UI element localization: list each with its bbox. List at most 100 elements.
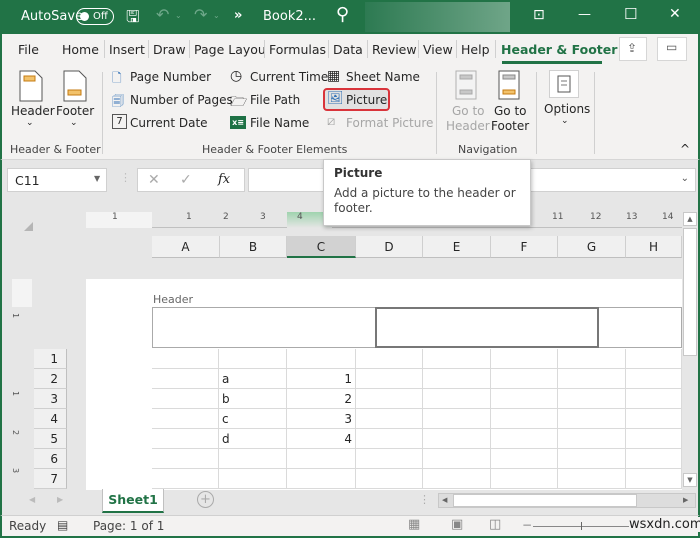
redo-icon[interactable]: ↷ <box>194 5 207 24</box>
column-header-d[interactable]: D <box>356 236 423 258</box>
cell[interactable] <box>626 389 682 409</box>
document-title[interactable]: Book2... <box>263 9 316 24</box>
page-break-view-icon[interactable]: ◫ <box>489 517 501 532</box>
scroll-left-icon[interactable]: ◀ <box>442 496 447 504</box>
page-layout-view-icon[interactable]: ▣ <box>451 517 463 532</box>
row-header[interactable]: 7 <box>34 469 67 489</box>
cell[interactable] <box>356 449 423 469</box>
cell[interactable] <box>423 349 491 369</box>
drag-handle-icon[interactable]: ⋮ <box>120 171 131 184</box>
cell[interactable] <box>491 349 558 369</box>
cell[interactable] <box>287 449 356 469</box>
column-header-c[interactable]: C <box>287 236 356 258</box>
cell[interactable]: c <box>219 409 287 429</box>
zoom-out-icon[interactable]: − <box>522 518 532 532</box>
column-header-g[interactable]: G <box>558 236 626 258</box>
header-button[interactable]: Header ⌄ <box>11 70 55 130</box>
cell[interactable] <box>423 389 491 409</box>
minimize-icon[interactable]: — <box>578 7 591 22</box>
close-icon[interactable]: ✕ <box>669 6 681 22</box>
file-path-button[interactable]: 🗁 File Path <box>230 92 320 110</box>
cell[interactable] <box>558 349 626 369</box>
expand-formula-bar-icon[interactable]: ⌄ <box>681 173 689 184</box>
cell[interactable]: 4 <box>287 429 356 449</box>
ribbon-display-icon[interactable]: ⊡ <box>533 7 545 23</box>
cell[interactable] <box>152 449 219 469</box>
cell[interactable] <box>491 469 558 489</box>
cell[interactable] <box>423 429 491 449</box>
cell[interactable] <box>219 349 287 369</box>
cell[interactable] <box>626 409 682 429</box>
previous-sheet-icon[interactable]: ◀ <box>29 495 35 504</box>
collapse-ribbon-icon[interactable]: ^ <box>680 142 690 156</box>
cell[interactable] <box>491 369 558 389</box>
options-button[interactable]: Options ⌄ <box>542 70 590 136</box>
maximize-icon[interactable]: ☐ <box>624 5 637 23</box>
picture-button[interactable]: 🖼 Picture <box>327 91 389 110</box>
footer-button[interactable]: Footer ⌄ <box>56 70 94 130</box>
cell[interactable] <box>558 469 626 489</box>
cell[interactable] <box>356 349 423 369</box>
dropdown-arrow-icon[interactable]: ▼ <box>94 174 100 183</box>
cell[interactable] <box>423 469 491 489</box>
column-header-h[interactable]: H <box>626 236 682 258</box>
cell[interactable] <box>356 429 423 449</box>
left-ruler[interactable] <box>12 279 32 490</box>
cell[interactable] <box>423 449 491 469</box>
tab-data[interactable]: Data <box>333 42 363 57</box>
cell[interactable] <box>558 389 626 409</box>
cell[interactable] <box>152 429 219 449</box>
cell[interactable]: 3 <box>287 409 356 429</box>
cancel-icon[interactable]: ✕ <box>148 172 160 188</box>
cell[interactable]: 1 <box>287 369 356 389</box>
tab-home[interactable]: Home <box>62 42 99 57</box>
select-all-icon[interactable] <box>24 222 33 231</box>
cell[interactable] <box>626 429 682 449</box>
current-time-button[interactable]: ◷ Current Time <box>230 68 328 87</box>
tab-insert[interactable]: Insert <box>109 42 145 57</box>
cell[interactable] <box>626 469 682 489</box>
undo-icon[interactable]: ↶ <box>156 5 169 24</box>
cell[interactable] <box>152 389 219 409</box>
column-header-e[interactable]: E <box>423 236 491 258</box>
scroll-right-icon[interactable]: ▶ <box>683 496 688 504</box>
tab-help[interactable]: Help <box>461 42 490 57</box>
sheet-name-button[interactable]: ▦ Sheet Name <box>327 68 420 87</box>
save-icon[interactable]: 🖫 <box>126 6 140 33</box>
cell[interactable] <box>423 409 491 429</box>
tab-formulas[interactable]: Formulas <box>269 42 326 57</box>
tab-page-layout[interactable]: Page Layou <box>194 42 266 57</box>
vertical-scroll-thumb[interactable] <box>683 228 697 356</box>
comments-button[interactable]: ▭ <box>657 37 687 61</box>
tab-file[interactable]: File <box>18 42 39 57</box>
zoom-slider[interactable] <box>533 526 633 527</box>
horizontal-scroll-thumb[interactable] <box>453 494 637 507</box>
row-header[interactable]: 5 <box>34 429 67 449</box>
cell[interactable] <box>152 409 219 429</box>
column-header-a[interactable]: A <box>152 236 220 258</box>
redo-dropdown-icon[interactable]: ⌄ <box>213 11 220 20</box>
number-of-pages-button[interactable]: 🗐 Number of Pages <box>112 92 233 110</box>
file-name-button[interactable]: x≡ File Name <box>230 115 320 133</box>
next-sheet-icon[interactable]: ▶ <box>57 495 63 504</box>
cell[interactable]: b <box>219 389 287 409</box>
scroll-down-icon[interactable]: ▼ <box>683 473 697 487</box>
name-box[interactable]: C11 ▼ <box>7 168 107 192</box>
header-right-section[interactable] <box>599 307 682 348</box>
cell[interactable] <box>558 409 626 429</box>
row-header[interactable]: 4 <box>34 409 67 429</box>
cell[interactable] <box>558 449 626 469</box>
header-left-section[interactable] <box>152 307 375 348</box>
insert-function-icon[interactable]: fx <box>218 172 230 187</box>
cell[interactable]: d <box>219 429 287 449</box>
enter-icon[interactable]: ✓ <box>180 172 192 188</box>
cell[interactable] <box>491 389 558 409</box>
scroll-up-icon[interactable]: ▲ <box>683 212 697 226</box>
column-header-f[interactable]: F <box>491 236 558 258</box>
cell[interactable] <box>491 409 558 429</box>
current-date-button[interactable]: 7 Current Date <box>112 114 222 133</box>
cell[interactable]: 2 <box>287 389 356 409</box>
share-button[interactable]: ⇪ <box>619 37 647 61</box>
cell[interactable] <box>491 449 558 469</box>
cell[interactable] <box>219 449 287 469</box>
